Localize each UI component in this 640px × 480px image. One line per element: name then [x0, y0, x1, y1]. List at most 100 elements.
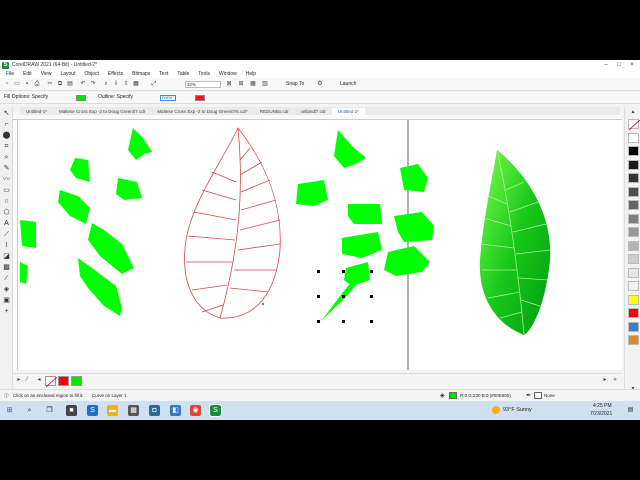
- menu-edit[interactable]: Edit: [23, 71, 32, 77]
- leaf-segment[interactable]: [128, 128, 152, 160]
- palette-swatch[interactable]: [628, 119, 640, 131]
- palette-swatch[interactable]: [628, 146, 639, 156]
- palette-swatch[interactable]: [628, 213, 639, 224]
- minimize-icon[interactable]: –: [600, 60, 612, 70]
- handle-top-center[interactable]: [342, 270, 345, 273]
- leaf-segment[interactable]: [334, 130, 366, 168]
- palette-swatch[interactable]: [628, 159, 639, 170]
- clock-time[interactable]: 4:25 PM: [593, 403, 612, 409]
- outline-color-indicator[interactable]: [534, 392, 542, 399]
- file-explorer-icon[interactable]: ▬: [107, 405, 118, 416]
- open-icon[interactable]: ▭: [13, 80, 21, 88]
- menu-view[interactable]: View: [41, 71, 52, 77]
- coreldraw-taskbar-icon[interactable]: S: [87, 405, 98, 416]
- green-leaf-segments-middle[interactable]: [296, 130, 434, 370]
- leaf-segment[interactable]: [394, 212, 434, 242]
- shape-tool-icon[interactable]: ⌐: [2, 120, 11, 129]
- freehand-tool-icon[interactable]: ✎: [2, 164, 11, 173]
- parallel-dimension-icon[interactable]: ⟋: [2, 230, 11, 239]
- polygon-tool-icon[interactable]: ⬠: [2, 208, 11, 217]
- gradient-leaf-shape[interactable]: [479, 150, 551, 335]
- pick-tool-icon[interactable]: ↖: [2, 109, 11, 118]
- tab-maltese-cross-076[interactable]: Maltese Cross Exp -2 to Doug Green076.cd…: [151, 108, 254, 115]
- no-fill-swatch[interactable]: [45, 376, 58, 388]
- paste-icon[interactable]: ▤: [66, 80, 74, 88]
- tab-untitled-2[interactable]: Untitled-2*: [331, 108, 365, 115]
- leaf-segment[interactable]: [384, 246, 430, 276]
- zoom-tool-icon[interactable]: ⌕: [2, 153, 11, 162]
- leaf-segment[interactable]: [20, 262, 28, 284]
- palette-expand-icon[interactable]: »: [611, 376, 619, 384]
- app-icon-3[interactable]: ◧: [170, 405, 181, 416]
- tab-untitled-1[interactable]: Untitled-1*: [20, 108, 53, 115]
- drawing-canvas[interactable]: [18, 120, 622, 370]
- menu-help[interactable]: Help: [246, 71, 256, 77]
- gradient-filled-leaf[interactable]: [479, 150, 551, 335]
- green-leaf-segments-left[interactable]: [20, 128, 152, 316]
- leaf-segment[interactable]: [20, 220, 36, 248]
- palette-scroll-up-icon[interactable]: ▴: [629, 108, 637, 116]
- leaf-segment[interactable]: [400, 164, 428, 192]
- leaf-segment[interactable]: [342, 232, 382, 258]
- launch-dropdown[interactable]: Launch: [340, 81, 356, 88]
- menu-object[interactable]: Object: [84, 71, 98, 77]
- artistic-media-icon[interactable]: 〰: [2, 175, 11, 184]
- leaf-segment[interactable]: [116, 178, 142, 200]
- tab-cellandl7[interactable]: cellandl7.cdr: [295, 108, 332, 115]
- leaf-segment[interactable]: [348, 204, 382, 224]
- calculator-icon[interactable]: ▦: [128, 405, 139, 416]
- copy-icon[interactable]: ⧉: [56, 80, 64, 88]
- app-icon-1[interactable]: ■: [66, 405, 77, 416]
- palette-swatch[interactable]: [628, 308, 639, 318]
- leaf-segment[interactable]: [296, 180, 328, 206]
- handle-top-right[interactable]: [370, 270, 373, 273]
- red-swatch[interactable]: [58, 376, 69, 386]
- fill-color-indicator[interactable]: [449, 392, 457, 399]
- menu-tools[interactable]: Tools: [198, 71, 210, 77]
- palette-swatch[interactable]: [628, 132, 639, 143]
- outline-options-label[interactable]: Outline: Specify: [98, 94, 133, 101]
- connector-tool-icon[interactable]: ⌇: [2, 241, 11, 250]
- handle-middle-right[interactable]: [370, 295, 373, 298]
- crop-tool-icon[interactable]: ⌗: [2, 142, 11, 151]
- handle-top-left[interactable]: [317, 270, 320, 273]
- rulers-icon[interactable]: ⊞: [237, 80, 245, 88]
- handle-bottom-center[interactable]: [342, 320, 345, 323]
- snap-to-dropdown[interactable]: Snap To: [286, 81, 304, 88]
- redo-icon[interactable]: ↷: [89, 80, 97, 88]
- add-tool-icon[interactable]: +: [2, 307, 11, 316]
- leaf-segment[interactable]: [58, 190, 90, 224]
- leaf-outline-shape[interactable]: [184, 127, 281, 319]
- ellipse-tool-icon[interactable]: ○: [2, 197, 11, 206]
- smart-fill-tool-icon[interactable]: ⬤: [2, 131, 11, 140]
- palette-swatch[interactable]: [628, 335, 639, 345]
- coreldraw-active-icon[interactable]: S: [209, 404, 222, 417]
- eyedropper-icon[interactable]: ⁄: [23, 376, 31, 384]
- leaf-segment[interactable]: [70, 158, 90, 182]
- options-gear-icon[interactable]: ⚙: [316, 80, 324, 88]
- grid-icon[interactable]: ▦: [249, 80, 257, 88]
- handle-bottom-right[interactable]: [370, 320, 373, 323]
- app-icon-2[interactable]: ◘: [149, 405, 160, 416]
- close-icon[interactable]: ×: [626, 60, 638, 70]
- menu-file[interactable]: File: [6, 71, 14, 77]
- palette-swatch[interactable]: [628, 240, 639, 251]
- handle-center[interactable]: [342, 295, 345, 298]
- print-icon[interactable]: ⎙: [33, 80, 41, 88]
- palette-swatch[interactable]: [628, 227, 639, 237]
- palette-swatch[interactable]: [628, 186, 639, 197]
- tab-redunbx[interactable]: REDUNBx.cdr: [254, 108, 295, 115]
- outline-color-swatch[interactable]: [195, 95, 205, 101]
- eyedropper-tool-icon[interactable]: ⁄: [2, 274, 11, 283]
- tab-maltese-cross-07[interactable]: Maltese Cross Exp -2 to Doug Green07.cdr: [53, 108, 151, 115]
- palette-swatch[interactable]: [628, 281, 639, 291]
- fill-color-swatch[interactable]: [76, 95, 86, 101]
- drop-shadow-icon[interactable]: ◪: [2, 252, 11, 261]
- palette-swatch[interactable]: [628, 200, 639, 210]
- leaf-segment[interactable]: [88, 223, 134, 274]
- maximize-icon[interactable]: □: [613, 60, 625, 70]
- clock-date[interactable]: 7/23/2021: [590, 411, 612, 417]
- menu-window[interactable]: Window: [219, 71, 237, 77]
- guidelines-icon[interactable]: ▥: [261, 80, 269, 88]
- task-view-icon[interactable]: ❐: [44, 405, 55, 416]
